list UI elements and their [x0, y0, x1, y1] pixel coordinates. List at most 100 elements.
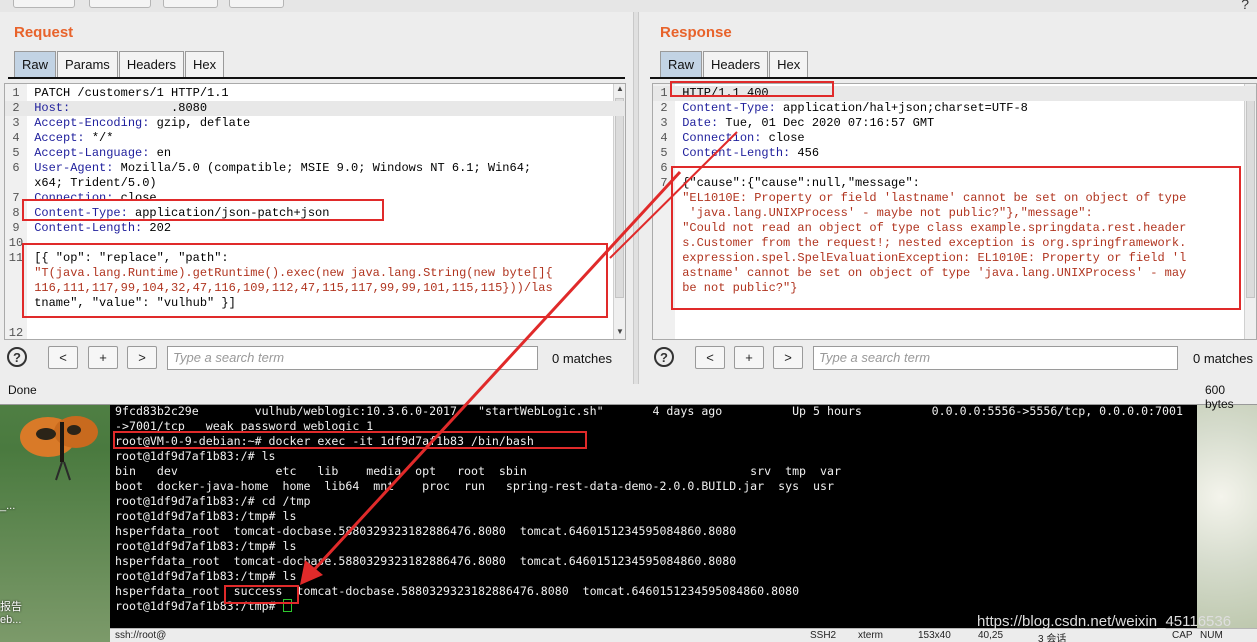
code-token: x64; Trident/5.0) [34, 176, 157, 190]
help-icon[interactable]: ? [7, 347, 27, 367]
terminal-line: 9fcd83b2c29e vulhub/weblogic:10.3.6.0-20… [115, 404, 1183, 418]
terminal-line: root@1df9d7af1b83:/tmp# ls [115, 569, 297, 583]
response-search-input[interactable]: Type a search term [813, 346, 1178, 370]
tab-headers[interactable]: Headers [703, 51, 769, 77]
annotation-success-box [224, 585, 299, 604]
help-icon[interactable]: ? [1241, 0, 1249, 12]
toolbar-button[interactable] [89, 0, 151, 8]
terminal-line: hsperfdata_root tomcat-docbase.588032932… [115, 524, 737, 538]
code-token: Mozilla/5.0 (compatible; MSIE 9.0; Windo… [113, 161, 532, 175]
code-token: Accept-Encoding: [34, 116, 150, 130]
terminal-status-bar: ssh://root@ SSH2 xterm 153x40 40,25 3 会话… [110, 628, 1257, 642]
tab-raw[interactable]: Raw [14, 51, 57, 77]
protocol-label: SSH2 [810, 630, 837, 641]
code-token: Accept-Language: [34, 146, 150, 160]
request-match-count: 0 matches [552, 351, 612, 366]
code-line: 9 Content-Length: 202 [5, 221, 625, 236]
terminal-line: boot docker-java-home home lib64 mnt pro… [115, 479, 834, 493]
code-line: 6 User-Agent: Mozilla/5.0 (compatible; M… [5, 161, 625, 176]
code-line: 5 Accept-Language: en [5, 146, 625, 161]
code-token: en [149, 146, 172, 160]
code-line: 5 Content-Length: 456 [653, 146, 1256, 161]
desktop-icon-label[interactable]: _... [0, 500, 15, 512]
code-line: 2 Content-Type: application/hal+json;cha… [653, 101, 1256, 116]
response-title: Response [660, 24, 732, 41]
code-token: */* [84, 131, 114, 145]
code-line: 1 PATCH /customers/1 HTTP/1.1 [5, 86, 625, 101]
toolbar-button[interactable] [229, 0, 284, 8]
response-tabs: Raw Headers Hex [660, 51, 809, 77]
request-tab-underline [8, 77, 625, 79]
help-icon[interactable]: ? [654, 347, 674, 367]
code-line: 3 Date: Tue, 01 Dec 2020 07:16:57 GMT [653, 116, 1256, 131]
line-number: 4 [12, 131, 20, 145]
response-tab-underline [650, 77, 1257, 79]
response-size: 600 bytes [1205, 383, 1234, 411]
session-label: ssh://root@ [115, 630, 167, 641]
code-token: PATCH /customers/1 HTTP/1.1 [34, 86, 229, 100]
terminal-line: hsperfdata_root success tomcat-docbase.5… [115, 584, 800, 598]
code-token: Date: [682, 116, 719, 130]
annotation-docker-exec-box [113, 431, 587, 449]
line-number: 4 [660, 131, 668, 145]
line-number: 1 [12, 86, 20, 100]
request-tabs: Raw Params Headers Hex [14, 51, 225, 77]
toolbar-button[interactable] [163, 0, 218, 8]
code-token: Host: [34, 101, 71, 115]
num-lock-indicator: NUM [1200, 630, 1223, 641]
toolbar: ? [0, 0, 1257, 12]
pane-splitter[interactable] [633, 12, 639, 384]
line-number: 5 [12, 146, 20, 160]
code-token: Content-Length: [34, 221, 143, 235]
code-token: .8080 [70, 101, 208, 115]
search-next-button[interactable]: > [127, 346, 157, 369]
terminal-size-label: 153x40 [918, 630, 951, 641]
tab-raw[interactable]: Raw [660, 51, 703, 77]
code-token: Content-Type: [682, 101, 776, 115]
line-number: 3 [660, 116, 668, 130]
code-line: 4 Accept: */* [5, 131, 625, 146]
annotation-payload-box [22, 243, 608, 318]
code-token: application/hal+json;charset=UTF-8 [775, 101, 1028, 115]
code-token: Accept: [34, 131, 85, 145]
search-add-button[interactable]: + [734, 346, 764, 369]
terminal-line: bin dev etc lib media opt root sbin srv … [115, 464, 841, 478]
annotation-status-box [670, 81, 834, 97]
request-search-input[interactable]: Type a search term [167, 346, 538, 370]
code-token: Tue, 01 Dec 2020 07:16:57 GMT [718, 116, 935, 130]
watermark: https://blog.csdn.net/weixin_45116536 [977, 613, 1232, 630]
line-number: 3 [12, 116, 20, 130]
desktop-icon-label[interactable]: 报告 [0, 598, 22, 614]
butterfly-wallpaper-icon [20, 416, 98, 481]
code-token: Connection: [682, 131, 762, 145]
tab-headers[interactable]: Headers [118, 51, 184, 77]
annotation-error-box [671, 166, 1241, 310]
tab-hex[interactable]: Hex [184, 51, 225, 77]
search-prev-button[interactable]: < [48, 346, 78, 369]
line-number: 9 [12, 221, 20, 235]
code-token: close [761, 131, 805, 145]
terminal-line: root@1df9d7af1b83:/# ls [115, 449, 276, 463]
line-number: 12 [8, 326, 24, 340]
tab-params[interactable]: Params [57, 51, 118, 77]
search-add-button[interactable]: + [88, 346, 118, 369]
code-line: 2 Host: .8080 [5, 101, 625, 116]
desktop-icon-label[interactable]: eb... [0, 614, 21, 626]
terminal-line: hsperfdata_root tomcat-docbase.588032932… [115, 554, 737, 568]
toolbar-button[interactable] [13, 0, 75, 8]
search-next-button[interactable]: > [773, 346, 803, 369]
code-line: x64; Trident/5.0) [5, 176, 625, 191]
search-prev-button[interactable]: < [695, 346, 725, 369]
code-token: Content-Length: [682, 146, 791, 160]
code-token: User-Agent: [34, 161, 114, 175]
line-number: 6 [12, 161, 20, 175]
tab-hex[interactable]: Hex [769, 51, 809, 77]
code-line: 12 [5, 326, 625, 340]
request-title: Request [14, 24, 74, 41]
response-match-count: 0 matches [1193, 351, 1253, 366]
status-text: Done [8, 383, 37, 397]
code-line: 3 Accept-Encoding: gzip, deflate [5, 116, 625, 131]
line-number: 2 [12, 101, 20, 115]
code-token: gzip, deflate [149, 116, 251, 130]
code-line: 4 Connection: close [653, 131, 1256, 146]
